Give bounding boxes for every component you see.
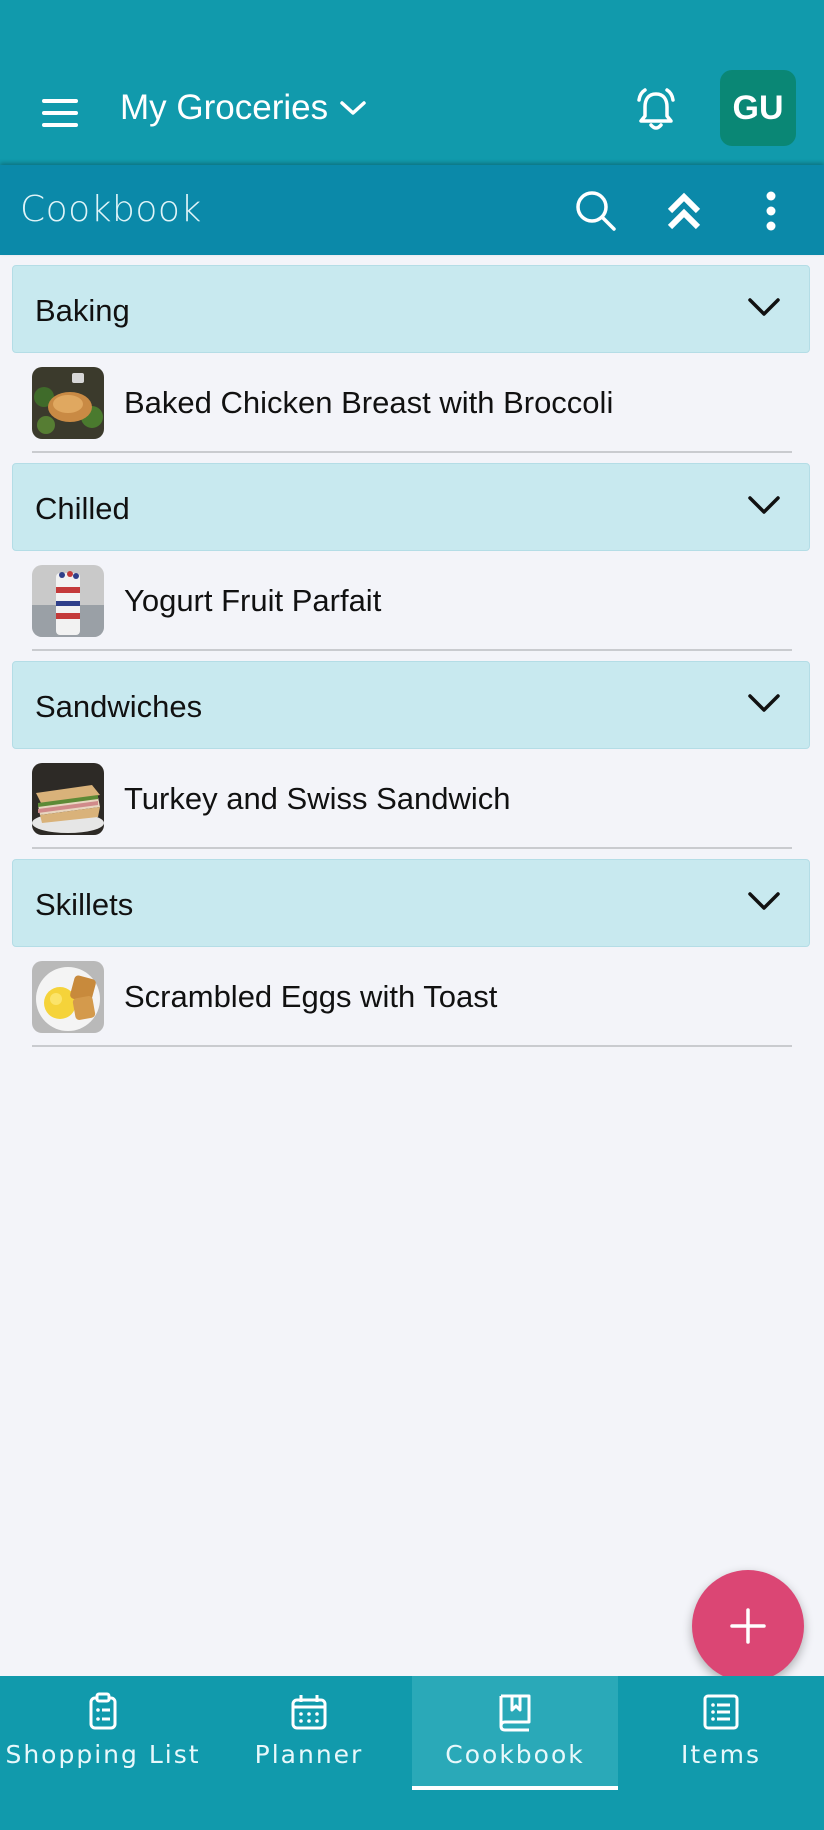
group-header-skillets[interactable]: Skillets — [12, 859, 810, 947]
nav-label: Cookbook — [445, 1740, 585, 1769]
menu-icon-bar — [42, 111, 78, 115]
nav-label: Planner — [254, 1740, 364, 1769]
eggs-toast-image — [32, 961, 104, 1033]
divider — [32, 847, 792, 849]
recipe-group-list: Baking Baked Chicken Breast with Broccol… — [0, 255, 824, 1047]
avatar-initials: GU — [732, 88, 784, 127]
status-bar — [0, 0, 824, 50]
chevron-down-icon — [748, 694, 780, 712]
list-icon — [703, 1694, 739, 1730]
chevron-down-icon — [748, 892, 780, 910]
chevron-down-icon — [340, 101, 366, 115]
group-label: Baking — [35, 293, 130, 328]
add-recipe-button[interactable] — [692, 1570, 804, 1682]
recipe-name: Turkey and Swiss Sandwich — [124, 781, 511, 816]
app-header: My Groceries GU — [0, 50, 824, 165]
list-selector[interactable]: My Groceries — [120, 86, 368, 130]
group-label: Sandwiches — [35, 689, 203, 724]
collapse-all-button[interactable] — [658, 185, 710, 237]
bottom-navigation: Shopping List Planner Cookbook Items — [0, 1676, 824, 1830]
nav-label: Items — [681, 1740, 761, 1769]
group-header-sandwiches[interactable]: Sandwiches — [12, 661, 810, 749]
parfait-image — [32, 565, 104, 637]
list-name: My Groceries — [120, 88, 329, 127]
nav-shopping-list[interactable]: Shopping List — [0, 1676, 206, 1786]
recipe-row[interactable]: Scrambled Eggs with Toast — [0, 947, 824, 1047]
menu-icon-bar — [42, 123, 78, 127]
recipe-thumbnail — [32, 565, 104, 637]
recipe-thumbnail — [32, 367, 104, 439]
chevron-down-icon — [748, 298, 780, 316]
sandwich-image — [32, 763, 104, 835]
nav-items[interactable]: Items — [618, 1676, 824, 1786]
chevron-down-icon — [748, 496, 780, 514]
group-label: Chilled — [35, 491, 130, 526]
nav-planner[interactable]: Planner — [206, 1676, 412, 1786]
recipe-row[interactable]: Yogurt Fruit Parfait — [0, 551, 824, 651]
chevron-double-up-icon — [667, 192, 701, 230]
recipe-row[interactable]: Turkey and Swiss Sandwich — [0, 749, 824, 849]
recipe-name: Scrambled Eggs with Toast — [124, 979, 498, 1014]
nav-label: Shopping List — [5, 1740, 201, 1769]
plus-icon — [730, 1608, 766, 1644]
menu-button[interactable] — [36, 93, 86, 133]
recipe-thumbnail — [32, 763, 104, 835]
more-vertical-icon — [766, 191, 776, 231]
more-options-button[interactable] — [745, 185, 797, 237]
avatar[interactable]: GU — [720, 70, 796, 146]
group-label: Skillets — [35, 887, 134, 922]
divider — [32, 451, 792, 453]
bell-ring-icon — [637, 88, 675, 130]
page-title: Cookbook — [20, 189, 202, 230]
recipe-row[interactable]: Baked Chicken Breast with Broccoli — [0, 353, 824, 453]
book-icon — [499, 1694, 531, 1732]
group-header-baking[interactable]: Baking — [12, 265, 810, 353]
search-button[interactable] — [570, 185, 622, 237]
search-icon — [576, 191, 616, 231]
divider — [32, 1045, 792, 1047]
recipe-name: Baked Chicken Breast with Broccoli — [124, 385, 614, 420]
calendar-icon — [291, 1695, 327, 1730]
clipboard-list-icon — [89, 1692, 117, 1730]
page-toolbar: Cookbook — [0, 165, 824, 255]
recipe-thumbnail — [32, 961, 104, 1033]
group-header-chilled[interactable]: Chilled — [12, 463, 810, 551]
recipe-name: Yogurt Fruit Parfait — [124, 583, 382, 618]
menu-icon — [42, 99, 78, 103]
divider — [32, 649, 792, 651]
notifications-button[interactable] — [630, 84, 682, 136]
chicken-broccoli-image — [32, 367, 104, 439]
nav-cookbook[interactable]: Cookbook — [412, 1676, 618, 1790]
